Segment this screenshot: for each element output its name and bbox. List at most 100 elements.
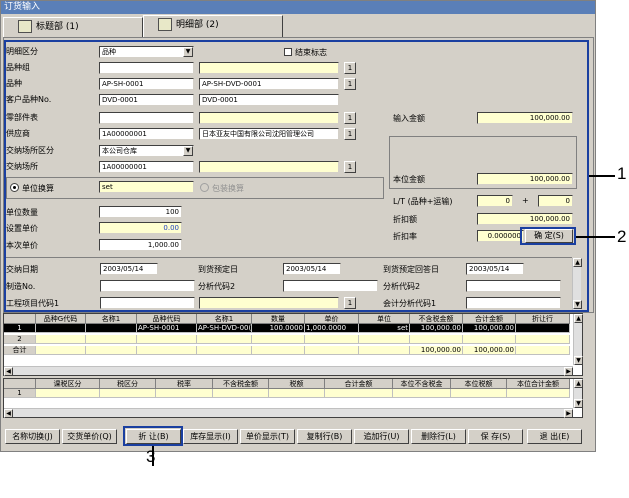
table-cell[interactable]: [197, 335, 252, 344]
scroll-down-icon[interactable]: ▼: [574, 356, 583, 365]
table-cell[interactable]: [252, 335, 305, 344]
save-button[interactable]: 保 存(S): [468, 429, 523, 444]
table-cell[interactable]: [393, 389, 451, 398]
scroll-left-icon[interactable]: ◀: [4, 367, 13, 376]
table-cell[interactable]: [156, 389, 213, 398]
detail-grid-hscroll[interactable]: ◀ ▶: [4, 366, 573, 376]
highlight-discount: [123, 426, 183, 446]
table-cell[interactable]: [137, 335, 197, 344]
grid2-header-4[interactable]: 不含税金额: [213, 379, 269, 389]
table-cell[interactable]: 1,000.0000: [305, 324, 359, 333]
grid1-header-6[interactable]: 单价: [305, 314, 359, 324]
table-cell[interactable]: [213, 389, 269, 398]
grid1-total-cell: [305, 346, 359, 355]
delivery-price-button[interactable]: 交货单价(Q): [62, 429, 117, 444]
tab-header[interactable]: 标题部 (1): [3, 17, 143, 37]
table-cell[interactable]: [36, 324, 86, 333]
table-cell[interactable]: [410, 335, 463, 344]
grid2-header-3[interactable]: 税率: [156, 379, 213, 389]
grid1-header-9[interactable]: 合计金额: [463, 314, 516, 324]
tab-detail-label: 明细部 (2): [176, 20, 219, 30]
callout-3: 3: [146, 447, 156, 466]
callout-1: 1: [617, 164, 627, 183]
grid2-header-2[interactable]: 税区分: [100, 379, 156, 389]
table-cell[interactable]: [86, 335, 137, 344]
delete-row-button[interactable]: 删除行(L): [411, 429, 466, 444]
grid2-header-0[interactable]: [4, 379, 36, 389]
table-cell[interactable]: AP-SH-0001: [137, 324, 197, 333]
table-cell[interactable]: [451, 389, 507, 398]
name-switch-button[interactable]: 名称切换(J): [5, 429, 60, 444]
table-cell[interactable]: [325, 389, 393, 398]
window-title: 订货输入: [1, 1, 595, 14]
grid1-total-cell: [86, 346, 137, 355]
grid1-total-cell: 100,000.00: [463, 346, 516, 355]
callout-line-1: [589, 175, 615, 177]
document-icon: [158, 18, 172, 31]
tax-grid-hscroll[interactable]: ◀ ▶: [4, 408, 573, 418]
grid2-header-9[interactable]: 本位合计金额: [507, 379, 570, 389]
table-cell[interactable]: [36, 335, 86, 344]
table-cell[interactable]: [100, 389, 156, 398]
table-cell[interactable]: 100,000.00: [410, 324, 463, 333]
table-cell[interactable]: 100,000.00: [463, 324, 516, 333]
book-icon: [18, 20, 32, 33]
grid1-header-1[interactable]: 品种G代码: [36, 314, 86, 324]
grid1-header-3[interactable]: 品种代码: [137, 314, 197, 324]
grid1-header-10[interactable]: 折让行: [516, 314, 570, 324]
table-cell[interactable]: [269, 389, 325, 398]
grid1-total-cell: [516, 346, 570, 355]
grid2-row-number[interactable]: 1: [4, 389, 36, 398]
grid1-total-cell: 100,000.00: [410, 346, 463, 355]
grid1-row-number[interactable]: 1: [4, 324, 36, 333]
detail-grid-vscroll[interactable]: ▲ ▼: [573, 314, 583, 365]
table-cell[interactable]: set: [359, 324, 410, 333]
table-cell[interactable]: [305, 335, 359, 344]
grid2-header-5[interactable]: 税额: [269, 379, 325, 389]
table-cell[interactable]: [516, 335, 570, 344]
table-cell[interactable]: [463, 335, 516, 344]
price-display-button[interactable]: 单价显示(T): [240, 429, 295, 444]
grid1-total-label: 合计: [4, 346, 36, 355]
grid1-total-cell: [359, 346, 410, 355]
table-cell[interactable]: [507, 389, 570, 398]
grid1-header-2[interactable]: 名称1: [86, 314, 137, 324]
grid1-header-5[interactable]: 数量: [252, 314, 305, 324]
callout-line-2: [576, 236, 615, 238]
tab-detail[interactable]: 明细部 (2): [143, 15, 283, 37]
highlight-confirm: [520, 227, 576, 245]
scroll-up-icon[interactable]: ▲: [574, 314, 583, 323]
callout-2: 2: [617, 227, 627, 246]
grid2-header-6[interactable]: 合计金额: [325, 379, 393, 389]
grid2-header-1[interactable]: 课税区分: [36, 379, 100, 389]
grid2-header-7[interactable]: 本位不含税金: [393, 379, 451, 389]
grid1-header-8[interactable]: 不含税金额: [410, 314, 463, 324]
scroll-up-icon[interactable]: ▲: [574, 379, 583, 388]
grid1-total-cell: [137, 346, 197, 355]
scroll-left-icon[interactable]: ◀: [4, 409, 13, 418]
table-cell[interactable]: AP-SH-DVD-00(: [197, 324, 252, 333]
stock-display-button[interactable]: 库存显示(I): [183, 429, 238, 444]
grid1-row-number[interactable]: 2: [4, 335, 36, 344]
grid1-total-cell: [36, 346, 86, 355]
copy-row-button[interactable]: 复制行(B): [297, 429, 352, 444]
table-cell[interactable]: [359, 335, 410, 344]
grid1-total-cell: [252, 346, 305, 355]
add-row-button[interactable]: 追加行(U): [354, 429, 409, 444]
table-cell[interactable]: [516, 324, 570, 333]
tax-grid-vscroll[interactable]: ▲ ▼: [573, 379, 583, 408]
highlight-detail-area: [4, 40, 589, 312]
scroll-down-icon[interactable]: ▼: [574, 399, 583, 408]
grid1-header-0[interactable]: [4, 314, 36, 324]
table-cell[interactable]: [86, 324, 137, 333]
scroll-right-icon[interactable]: ▶: [564, 409, 573, 418]
exit-button[interactable]: 退 出(E): [527, 429, 582, 444]
scroll-right-icon[interactable]: ▶: [564, 367, 573, 376]
grid2-header-8[interactable]: 本位税额: [451, 379, 507, 389]
grid1-header-4[interactable]: 名称1: [197, 314, 252, 324]
table-cell[interactable]: 100.0000: [252, 324, 305, 333]
table-cell[interactable]: [36, 389, 100, 398]
tab-header-label: 标题部 (1): [36, 22, 79, 32]
grid1-header-7[interactable]: 单位: [359, 314, 410, 324]
grid1-total-cell: [197, 346, 252, 355]
